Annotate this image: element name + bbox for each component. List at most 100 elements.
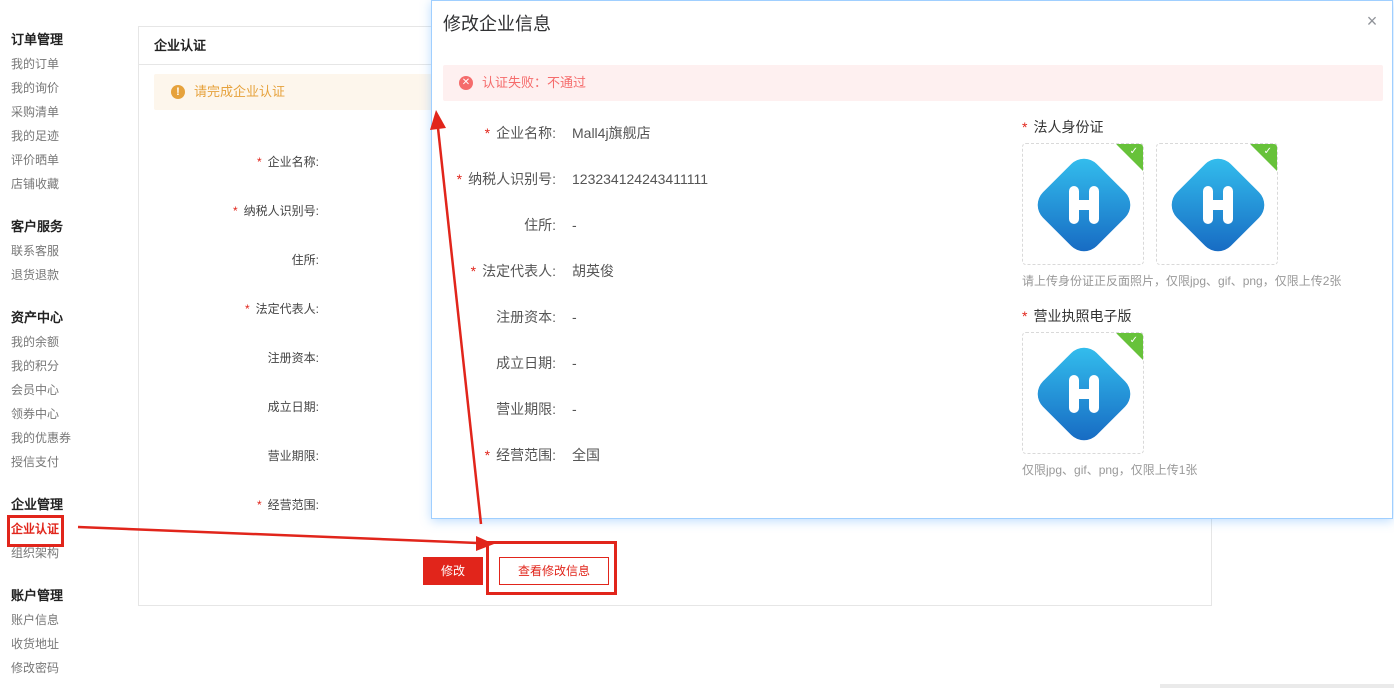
required-mark: * [256, 498, 262, 512]
field-label: 注册资本: [267, 351, 319, 365]
required-mark: * [456, 171, 463, 187]
alert-text: 认证失败：不通过 [482, 75, 587, 90]
field-value: - [311, 204, 315, 218]
sidebar-item-account-info[interactable]: 账户信息 [11, 608, 63, 632]
dialog-field-value: 全国 [572, 447, 600, 463]
dialog-field-row: 住所: - [432, 215, 952, 235]
bottom-scroll-strip [1160, 684, 1394, 688]
required-mark: * [256, 155, 262, 169]
field-label: 住所: [291, 253, 319, 267]
sidebar-item-credit-pay[interactable]: 授信支付 [11, 450, 71, 474]
sidebar-group-title: 订单管理 [11, 32, 64, 47]
field-label: 成立日期: [267, 400, 319, 414]
field-label: * 企业名称: [256, 155, 319, 169]
check-icon: ✓ [1129, 146, 1138, 157]
required-mark: * [244, 302, 250, 316]
field-value: - [311, 400, 315, 414]
sidebar-item-reviews[interactable]: 评价晒单 [11, 148, 63, 172]
sidebar-item-my-coupons[interactable]: 我的优惠券 [11, 426, 71, 450]
dialog-field-label: * 经营范围: [484, 447, 556, 463]
dialog-field-value: - [572, 217, 577, 233]
sidebar-item-returns[interactable]: 退货退款 [11, 263, 63, 287]
field-label: * 纳税人识别号: [232, 204, 319, 218]
sidebar-item-change-password[interactable]: 修改密码 [11, 656, 63, 680]
dialog-field-row: * 企业名称: Mall4j旗舰店 [432, 123, 952, 143]
sidebar-item-my-inquiries[interactable]: 我的询价 [11, 76, 63, 100]
page-root: 订单管理 我的订单 我的询价 采购清单 我的足迹 评价晒单 店铺收藏 客户服务 … [0, 0, 1394, 688]
license-section-title: * 营业执照电子版 [1022, 308, 1132, 324]
license-hint: 仅限jpg、gif、png，仅限上传1张 [1022, 463, 1198, 477]
sidebar-item-purchase-list[interactable]: 采购清单 [11, 100, 63, 124]
sidebar-item-shipping-address[interactable]: 收货地址 [11, 632, 63, 656]
highlight-box-view-button [486, 541, 617, 595]
sidebar-group-assets: 资产中心 我的余额 我的积分 会员中心 领券中心 我的优惠券 授信支付 [11, 306, 71, 474]
field-value: - [311, 449, 315, 463]
business-license-upload[interactable]: ✓ [1022, 332, 1144, 454]
dialog-field-row: 营业期限: - [432, 399, 952, 419]
dialog-field-value: Mall4j旗舰店 [572, 125, 651, 141]
id-card-hint: 请上传身份证正反面照片，仅限jpg、gif、png，仅限上传2张 [1022, 274, 1342, 288]
field-label: * 法定代表人: [244, 302, 319, 316]
dialog-field-label: 营业期限: [496, 401, 556, 417]
sidebar-group-title: 资产中心 [11, 310, 64, 325]
mall4j-logo-icon [1171, 158, 1265, 252]
dialog-field-value: 123234124243411111 [572, 171, 708, 187]
field-value: - [311, 155, 315, 169]
sidebar-item-my-orders[interactable]: 我的订单 [11, 52, 63, 76]
sidebar-item-balance[interactable]: 我的余额 [11, 330, 71, 354]
dialog-field-value: - [572, 355, 577, 371]
sidebar-item-footprints[interactable]: 我的足迹 [11, 124, 63, 148]
field-label: * 经营范围: [256, 498, 319, 512]
id-card-section-title: * 法人身份证 [1022, 119, 1104, 135]
dialog-field-row: * 经营范围: 全国 [432, 445, 952, 465]
sidebar-group-title: 客户服务 [11, 219, 64, 234]
sidebar-item-store-favorites[interactable]: 店铺收藏 [11, 172, 63, 196]
id-card-front-upload[interactable]: ✓ [1022, 143, 1144, 265]
field-label: 营业期限: [267, 449, 319, 463]
close-icon[interactable]: × [1362, 11, 1382, 31]
required-mark: * [484, 447, 491, 463]
dialog-field-value: - [572, 309, 577, 325]
sidebar-group-service: 客户服务 联系客服 退货退款 [11, 215, 63, 287]
mall4j-logo-icon [1037, 347, 1131, 441]
required-mark: * [1022, 119, 1028, 135]
sidebar-group-account: 账户管理 账户信息 收货地址 修改密码 [11, 584, 63, 680]
field-value: - [311, 302, 315, 316]
check-icon: ✓ [1263, 146, 1272, 157]
field-value: - [311, 498, 315, 512]
sidebar-item-coupon-center[interactable]: 领券中心 [11, 402, 71, 426]
required-mark: * [470, 263, 477, 279]
dialog-field-row: * 纳税人识别号: 123234124243411111 [432, 169, 952, 189]
required-mark: * [1022, 308, 1028, 324]
dialog-field-label: 注册资本: [496, 309, 556, 325]
dialog-field-label: 住所: [524, 217, 556, 233]
required-mark: * [232, 204, 238, 218]
error-circle-icon: ✕ [459, 76, 473, 90]
mall4j-logo-icon [1037, 158, 1131, 252]
sidebar-item-membership[interactable]: 会员中心 [11, 378, 71, 402]
dialog-field-row: 注册资本: - [432, 307, 952, 327]
dialog-field-label: * 法定代表人: [470, 263, 556, 279]
warning-icon: ! [171, 85, 185, 99]
notice-text: 请完成企业认证 [194, 84, 286, 99]
auth-failed-alert: ✕ 认证失败：不通过 [443, 65, 1383, 101]
dialog-field-label: 成立日期: [496, 355, 556, 371]
dialog-field-label: * 纳税人识别号: [456, 171, 556, 187]
field-value: - [311, 351, 315, 365]
dialog-field-row: * 法定代表人: 胡英俊 [432, 261, 952, 281]
sidebar: 订单管理 我的订单 我的询价 采购清单 我的足迹 评价晒单 店铺收藏 客户服务 … [0, 0, 120, 688]
modify-enterprise-dialog: 修改企业信息 × ✕ 认证失败：不通过 * 企业名称: Mall4j旗舰店 * 纳税… [431, 0, 1393, 519]
dialog-field-value: 胡英俊 [572, 263, 614, 279]
highlight-box-sidebar [7, 515, 64, 547]
dialog-title: 修改企业信息 [443, 14, 551, 34]
sidebar-group-title: 账户管理 [11, 588, 64, 603]
dialog-field-label: * 企业名称: [484, 125, 556, 141]
modify-button[interactable]: 修改 [423, 557, 483, 585]
dialog-field-value: - [572, 401, 577, 417]
id-card-back-upload[interactable]: ✓ [1156, 143, 1278, 265]
sidebar-item-contact-support[interactable]: 联系客服 [11, 239, 63, 263]
field-value: - [311, 253, 315, 267]
dialog-field-row: 成立日期: - [432, 353, 952, 373]
sidebar-group-orders: 订单管理 我的订单 我的询价 采购清单 我的足迹 评价晒单 店铺收藏 [11, 28, 63, 196]
sidebar-item-points[interactable]: 我的积分 [11, 354, 71, 378]
